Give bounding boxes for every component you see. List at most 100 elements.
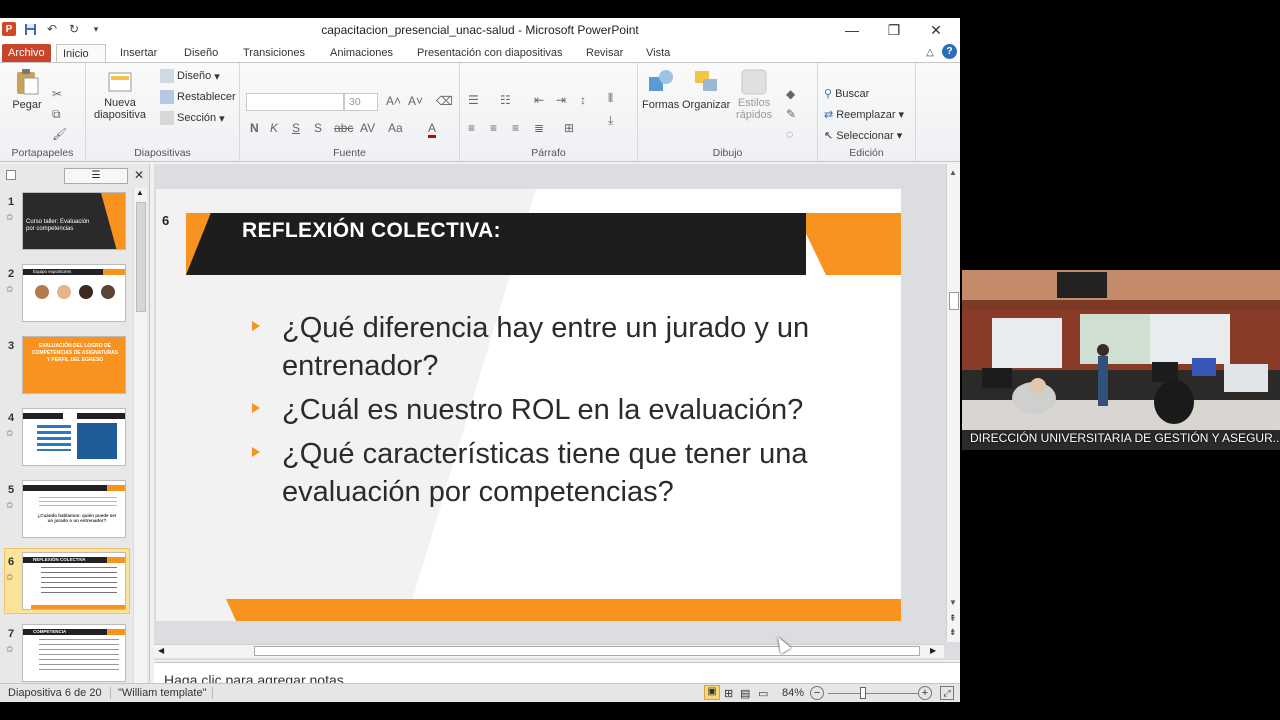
tab-insertar[interactable]: Insertar	[114, 44, 163, 62]
clear-format-icon[interactable]: ⌫	[436, 94, 453, 108]
change-case-icon[interactable]: Aa	[388, 121, 403, 135]
bullets-icon[interactable]: ☰	[468, 93, 479, 107]
slide-thumbnail-5[interactable]: ¿Cuándo hablamos: quién puede ser un jur…	[22, 480, 126, 538]
thumb-number: 5	[8, 484, 15, 496]
spacing-icon[interactable]: AV	[360, 121, 375, 135]
tab-animaciones[interactable]: Animaciones	[324, 44, 399, 62]
scrollbar-thumb[interactable]	[949, 292, 959, 310]
font-size-field[interactable]: 30	[344, 93, 378, 111]
vertical-scrollbar[interactable]: ▲ ▼ ⇞ ⇟	[946, 164, 960, 642]
slideshow-icon[interactable]: ▭	[758, 687, 768, 700]
shrink-font-icon[interactable]: A˅	[408, 94, 423, 108]
select-button[interactable]: ↖ Seleccionar ▾	[824, 129, 902, 143]
scroll-up-icon[interactable]: ▲	[949, 168, 957, 177]
copy-icon[interactable]: ⧉	[52, 107, 61, 122]
close-icon[interactable]: ✕	[914, 18, 958, 42]
layout-button[interactable]: Diseño ▾	[160, 69, 220, 83]
text-direction-icon[interactable]: ⤓	[608, 113, 613, 128]
zoom-slider-thumb[interactable]	[860, 687, 866, 699]
new-slide-button[interactable]: Nueva diapositiva	[94, 67, 146, 121]
columns-2-icon[interactable]: ⊞	[564, 121, 574, 135]
shape-effects-icon[interactable]: ◌	[786, 127, 793, 141]
scroll-down-icon[interactable]: ▼	[949, 598, 957, 607]
font-color-icon[interactable]: A	[428, 121, 437, 138]
decrease-indent-icon[interactable]: ⇤	[534, 93, 544, 107]
scroll-right-icon[interactable]: ▶	[930, 646, 936, 655]
slide-thumbnail-6[interactable]: REFLEXIÓN COLECTIVA	[22, 552, 126, 610]
align-right-icon[interactable]: ≡	[512, 121, 519, 135]
slide-thumbnail-2[interactable]: Equipo expositores	[22, 264, 126, 322]
shape-fill-icon[interactable]: ◆	[786, 87, 795, 101]
columns-icon[interactable]: ⫴	[608, 91, 613, 106]
minimize-icon[interactable]: —	[830, 18, 874, 42]
new-slide-label: Nueva	[104, 97, 136, 109]
increase-indent-icon[interactable]: ⇥	[556, 93, 566, 107]
grow-font-icon[interactable]: A˄	[386, 94, 401, 108]
scroll-left-icon[interactable]: ◀	[158, 646, 164, 655]
strikethrough-icon[interactable]: abc	[334, 121, 353, 135]
align-center-icon[interactable]: ≡	[490, 121, 497, 135]
slide-title[interactable]: REFLEXIÓN COLECTIVA:	[242, 219, 501, 243]
zoom-out-icon[interactable]: −	[810, 686, 824, 700]
arrange-button[interactable]: Organizar	[682, 67, 730, 111]
zoom-slider[interactable]	[828, 693, 918, 694]
numbering-icon[interactable]: ☷	[500, 93, 511, 107]
select-arrow-icon: ↖	[824, 130, 834, 142]
fit-to-window-icon[interactable]: ⤢	[940, 686, 954, 700]
underline-icon[interactable]: S	[292, 121, 300, 135]
next-slide-icon[interactable]: ⇟	[949, 628, 957, 637]
tab-transiciones[interactable]: Transiciones	[237, 44, 311, 62]
thumb-orange-bar	[107, 557, 125, 563]
bold-icon[interactable]: N	[250, 121, 259, 135]
horizontal-scrollbar[interactable]: ◀ ▶	[154, 644, 944, 658]
align-left-icon[interactable]: ≡	[468, 121, 475, 135]
reading-view-icon[interactable]: ▤	[740, 687, 750, 700]
outline-tab-icon[interactable]: ☰	[64, 168, 128, 184]
reset-button[interactable]: Restablecer	[160, 90, 236, 104]
paste-button[interactable]: Pegar	[12, 67, 42, 111]
tab-revisar[interactable]: Revisar	[580, 44, 629, 62]
scrollbar-thumb[interactable]	[136, 202, 146, 312]
slide-sorter-icon[interactable]: ⊞	[724, 687, 733, 700]
slides-tab-icon[interactable]	[6, 170, 16, 180]
shape-outline-icon[interactable]: ✎	[786, 107, 796, 121]
shapes-button[interactable]: Formas	[642, 67, 679, 111]
tab-presentacion[interactable]: Presentación con diapositivas	[411, 44, 569, 62]
justify-icon[interactable]: ≣	[534, 121, 544, 135]
restore-icon[interactable]: ❐	[872, 18, 916, 42]
close-panel-icon[interactable]: ✕	[134, 168, 144, 182]
replace-button[interactable]: ⇄ Reemplazar ▾	[824, 108, 904, 122]
slide-canvas[interactable]: 6 REFLEXIÓN COLECTIVA: ¿Qué diferencia h…	[156, 189, 901, 621]
slide-thumbnail-4[interactable]	[22, 408, 126, 466]
slide-thumbnail-1[interactable]: Curso taller: Evaluación por competencia…	[22, 192, 126, 250]
minimize-ribbon-icon[interactable]: △	[922, 44, 938, 60]
quick-styles-button[interactable]: Estilos rápidos	[736, 67, 772, 121]
italic-icon[interactable]: K	[270, 121, 278, 135]
scrollbar-thumb[interactable]	[254, 646, 920, 656]
tab-vista[interactable]: Vista	[640, 44, 676, 62]
tab-inicio[interactable]: Inicio	[56, 44, 106, 62]
bullet-list[interactable]: ¿Qué diferencia hay entre un jurado y un…	[252, 309, 872, 517]
scroll-up-icon[interactable]: ▲	[136, 188, 144, 197]
font-name-field[interactable]	[246, 93, 344, 111]
previous-slide-icon[interactable]: ⇞	[949, 614, 957, 623]
zoom-level[interactable]: 84%	[782, 687, 804, 699]
zoom-in-icon[interactable]: +	[918, 686, 932, 700]
help-icon[interactable]: ?	[942, 44, 957, 59]
tab-archivo[interactable]: Archivo	[2, 44, 51, 62]
shadow-icon[interactable]: S	[314, 121, 322, 135]
section-label: Sección	[177, 112, 217, 124]
thumbnails-scrollbar[interactable]: ▲	[133, 188, 147, 694]
cut-icon[interactable]: ✂	[52, 87, 62, 101]
tab-diseno[interactable]: Diseño	[178, 44, 224, 62]
bullet-arrow-icon	[252, 321, 260, 331]
normal-view-icon[interactable]: ▣	[704, 685, 720, 700]
format-painter-icon[interactable]: 🖌	[52, 127, 67, 141]
slide-thumbnail-3[interactable]: EVALUACIÓN DEL LOGRO DE COMPETENCIAS DE …	[22, 336, 126, 394]
find-button[interactable]: ⚲ Buscar	[824, 87, 869, 101]
section-button[interactable]: Sección ▾	[160, 111, 225, 125]
slide-thumbnail-7[interactable]: COMPETENCIA	[22, 624, 126, 682]
video-feed[interactable]: DIRECCIÓN UNIVERSITARIA DE GESTIÓN Y ASE…	[962, 270, 1280, 450]
group-parrafo: ☰ ☷ ⇤ ⇥ ↕ ⫴ ≡ ≡ ≡ ≣ ⊞ ⤓ Párrafo	[460, 63, 638, 161]
line-spacing-icon[interactable]: ↕	[580, 93, 586, 107]
